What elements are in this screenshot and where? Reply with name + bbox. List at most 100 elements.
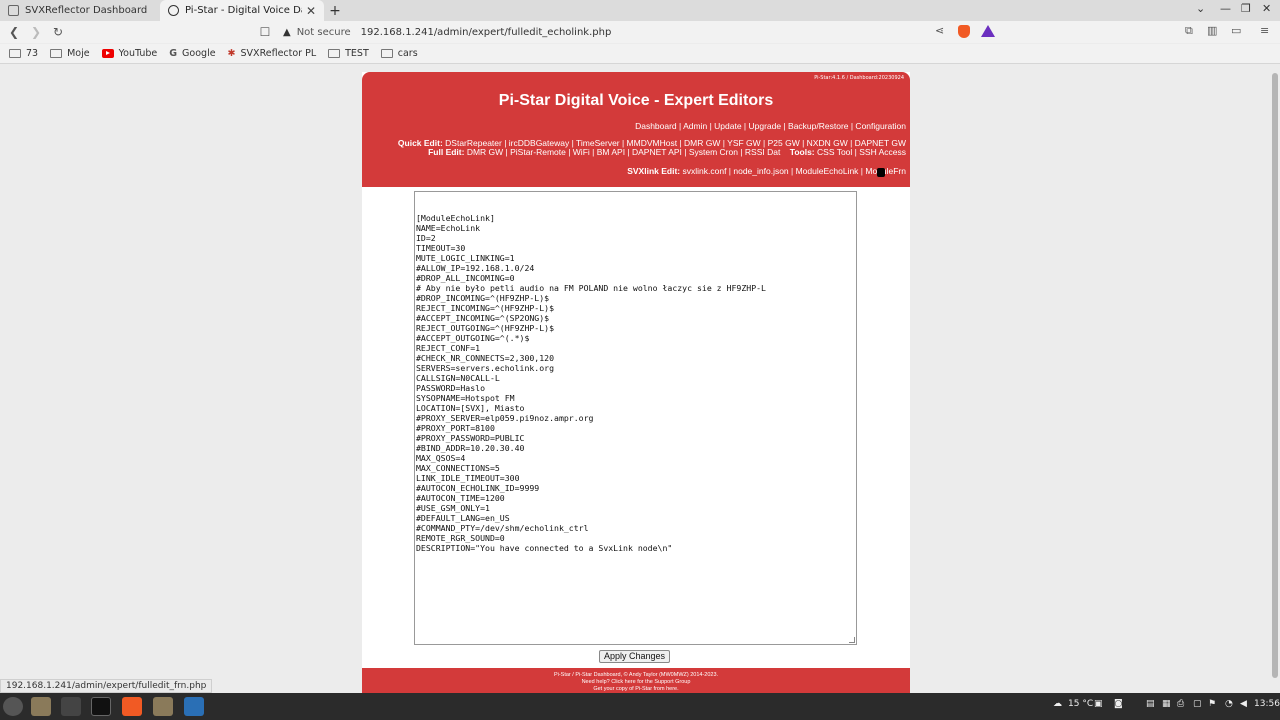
config-line: #AUTOCON_ECHOLINK_ID=9999	[416, 483, 540, 493]
page-title: Pi-Star Digital Voice - Expert Editors	[498, 92, 774, 109]
pistar-footer: Pi-Star / Pi-Star Dashboard, © Andy Tayl…	[362, 668, 910, 693]
folder-icon	[380, 49, 393, 58]
page-viewport: Pi-Star:4.1.6 / Dashboard:20230924 Pi-St…	[0, 65, 1280, 693]
share-icon[interactable]: ⋖	[935, 24, 944, 37]
security-label: Not secure	[296, 26, 351, 38]
pistar-container: Pi-Star:4.1.6 / Dashboard:20230924 Pi-St…	[362, 72, 910, 693]
reload-icon[interactable]: ↻	[47, 21, 69, 43]
warning-icon: ▲	[283, 26, 291, 38]
page-scrollbar[interactable]	[1270, 65, 1280, 693]
wallet-icon[interactable]: ▭	[1231, 24, 1241, 37]
config-line: CALLSIGN=N0CALL-L	[416, 373, 500, 383]
bookmark-svxreflector[interactable]: ✱ SVXReflector PL	[228, 48, 317, 59]
folder-icon	[9, 49, 21, 58]
main-nav[interactable]: Dashboard | Admin | Update | Upgrade | B…	[635, 121, 906, 131]
vpn-icon[interactable]: ▣	[1094, 699, 1103, 709]
menu-icon[interactable]: ≡	[1260, 24, 1269, 37]
bookmark-moje[interactable]: Moje	[50, 48, 90, 59]
config-line: #PROXY_PORT=8100	[416, 423, 495, 433]
config-line: # Aby nie było petli audio na FM POLAND …	[416, 283, 766, 293]
config-line: #CHECK_NR_CONNECTS=2,300,120	[416, 353, 555, 363]
svx-icon: ✱	[227, 48, 236, 59]
bookmark-youtube[interactable]: YouTube	[101, 48, 157, 59]
start-menu-icon[interactable]	[3, 697, 23, 716]
config-textarea[interactable]: [ModuleEchoLink] NAME=EchoLink ID=2 TIMEOUT…	[414, 191, 857, 645]
keyboard-layout-icon[interactable]: ⚑	[1208, 699, 1216, 709]
weather-temp[interactable]: 15 °C	[1068, 699, 1093, 709]
bookmark-test[interactable]: TEST	[328, 48, 369, 59]
close-tab-icon[interactable]: ✕	[306, 4, 316, 18]
config-line: ID=2	[416, 233, 436, 243]
brave-shield-icon[interactable]	[958, 25, 970, 38]
camera-icon[interactable]: ◙	[1114, 699, 1123, 709]
config-line: [ModuleEchoLink]	[416, 213, 495, 223]
url-text[interactable]: 192.168.1.241/admin/expert/fulledit_echo…	[361, 27, 612, 38]
new-tab-button[interactable]: +	[324, 0, 346, 21]
resize-handle[interactable]	[849, 637, 855, 643]
clock[interactable]: 13:56	[1254, 699, 1280, 709]
weather-icon[interactable]: ☁	[1053, 699, 1062, 709]
full-edit-nav: Full Edit: DMR GW | PiStar-Remote | WiFi…	[428, 147, 906, 157]
config-line: #ALLOW_IP=192.168.1.0/24	[416, 263, 535, 273]
files-icon[interactable]	[31, 697, 51, 716]
forward-icon[interactable]: ❯	[25, 21, 47, 43]
bookmark-73[interactable]: 73	[9, 48, 38, 59]
config-line: #AUTOCON_TIME=1200	[416, 493, 505, 503]
config-line: #PROXY_PASSWORD=PUBLIC	[416, 433, 525, 443]
config-line: PASSWORD=Haslo	[416, 383, 486, 393]
volume-icon[interactable]: ◀	[1240, 699, 1247, 709]
extensions-icon[interactable]: ⧉	[1185, 24, 1193, 38]
display-icon[interactable]: ▢	[1193, 699, 1202, 709]
browser-toolbar: ❮ ❯ ↻ ☐ ▲ Not secure 192.168.1.241/admin…	[0, 21, 1280, 43]
address-bar[interactable]: ▲ Not secure 192.168.1.241/admin/expert/…	[283, 21, 611, 43]
terminal-icon[interactable]	[91, 697, 111, 716]
config-line: REJECT_CONF=1	[416, 343, 481, 353]
config-line: #DEFAULT_LANG=en_US	[416, 513, 510, 523]
full-edit-label: Full Edit:	[428, 147, 465, 157]
browser-tab-strip: SVXReflector Dashboard Pi-Star - Digital…	[0, 0, 1280, 21]
tab-svxreflector[interactable]: SVXReflector Dashboard	[0, 0, 160, 21]
clipboard-icon[interactable]: ▤	[1146, 699, 1155, 709]
brave-rewards-icon[interactable]	[981, 25, 995, 37]
config-line: #DROP_ALL_INCOMING=0	[416, 273, 515, 283]
printer-icon[interactable]: ⎙	[1177, 699, 1184, 709]
config-line: #BIND_ADDR=10.20.30.40	[416, 443, 525, 453]
pistar-header: Pi-Star:4.1.6 / Dashboard:20230924 Pi-St…	[362, 72, 910, 187]
maximize-icon[interactable]: ❐	[1241, 2, 1251, 15]
back-icon[interactable]: ❮	[3, 21, 25, 43]
bookmark-icon[interactable]: ☐	[254, 21, 276, 43]
tray-app-icon[interactable]: ▦	[1162, 699, 1171, 709]
tab-list-icon[interactable]: ⌄	[1196, 2, 1205, 15]
google-icon: G	[169, 48, 178, 59]
globe-icon	[168, 5, 179, 16]
screenshot-app-icon[interactable]	[184, 697, 204, 716]
calculator-icon[interactable]	[61, 697, 81, 716]
bookmark-cars[interactable]: cars	[380, 48, 418, 59]
config-line: MUTE_LOGIC_LINKING=1	[416, 253, 515, 263]
tools-links[interactable]: CSS Tool | SSH Access	[817, 147, 906, 157]
full-edit-links[interactable]: DMR GW | PiStar-Remote | WiFi | BM API |…	[467, 147, 780, 157]
brave-browser-icon[interactable]	[122, 697, 142, 716]
svxlink-nav: SVXlink Edit: svxlink.conf | node_info.j…	[627, 166, 906, 176]
page-icon	[8, 5, 19, 16]
version-text: Pi-Star:4.1.6 / Dashboard:20230924	[814, 75, 904, 81]
footer-support-link[interactable]: Need help? Click here for the Support Gr…	[362, 679, 910, 686]
footer-download-link[interactable]: Get your copy of Pi-Star from here.	[362, 686, 910, 693]
config-line: MAX_QSOS=4	[416, 453, 466, 463]
folder-app-icon[interactable]	[153, 697, 173, 716]
config-line: REMOTE_RGR_SOUND=0	[416, 533, 505, 543]
folder-icon	[50, 49, 63, 58]
bookmark-google[interactable]: G Google	[169, 48, 215, 59]
youtube-icon	[101, 49, 114, 58]
tab-label: Pi-Star - Digital Voice Dashbo	[185, 5, 302, 16]
minimize-icon[interactable]: —	[1220, 2, 1231, 15]
config-line: #USE_GSM_ONLY=1	[416, 503, 490, 513]
tab-pistar[interactable]: Pi-Star - Digital Voice Dashbo ✕	[160, 0, 324, 21]
scroll-thumb[interactable]	[1272, 73, 1278, 678]
svxlink-links[interactable]: svxlink.conf | node_info.json | ModuleEc…	[683, 166, 907, 176]
apply-changes-button[interactable]: Apply Changes	[599, 650, 670, 663]
network-icon[interactable]: ◔	[1225, 699, 1233, 709]
config-line: LOCATION=[SVX], Miasto	[416, 403, 525, 413]
window-close-icon[interactable]: ✕	[1262, 2, 1271, 15]
sidebar-icon[interactable]: ▥	[1207, 24, 1217, 37]
